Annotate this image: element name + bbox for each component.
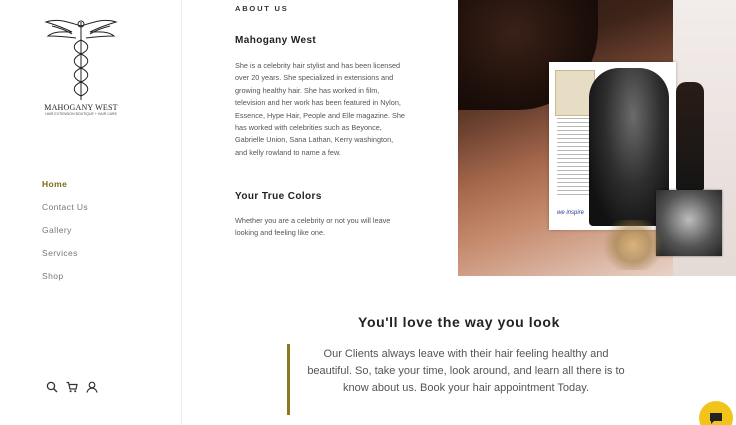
love-quote: Our Clients always leave with their hair… [307, 348, 625, 395]
chat-bubble-icon [710, 413, 722, 424]
main-nav: Home Contact Us Gallery Services Shop [42, 178, 88, 293]
chat-button[interactable] [699, 401, 733, 425]
sidebar-toolbar [46, 381, 98, 393]
hero-image: we inspire [458, 0, 736, 276]
love-title: You'll love the way you look [358, 314, 560, 330]
nav-item-services[interactable]: Services [42, 247, 88, 270]
search-icon[interactable] [46, 381, 58, 393]
quote-accent-bar [287, 344, 290, 415]
winged-caduceus-logo-icon [44, 19, 118, 100]
sparkle-decoration [598, 220, 668, 270]
nav-item-shop[interactable]: Shop [42, 270, 88, 293]
brand-tagline: HAIR EXTENSION BOUTIQUE + HAIR CARE [45, 112, 117, 116]
nav-item-gallery[interactable]: Gallery [42, 224, 88, 247]
brand-name: MAHOGANY WEST [44, 103, 118, 112]
cart-icon[interactable] [66, 381, 78, 393]
nav-item-contact-us[interactable]: Contact Us [42, 201, 88, 224]
collage-logo-text: we inspire [557, 210, 585, 216]
nav-item-home[interactable]: Home [42, 178, 88, 201]
about-body: She is a celebrity hair stylist and has … [235, 61, 405, 157]
account-icon[interactable] [86, 381, 98, 393]
standing-person-photo [676, 82, 704, 190]
brand-logo[interactable]: MAHOGANY WEST HAIR EXTENSION BOUTIQUE + … [38, 16, 124, 122]
sidebar: MAHOGANY WEST HAIR EXTENSION BOUTIQUE + … [0, 0, 182, 425]
true-colors-body: Whether you are a celebrity or not you w… [235, 216, 391, 238]
true-colors-title: Your True Colors [235, 191, 322, 202]
about-title: Mahogany West [235, 35, 317, 46]
about-eyebrow: ABOUT US [235, 4, 289, 13]
